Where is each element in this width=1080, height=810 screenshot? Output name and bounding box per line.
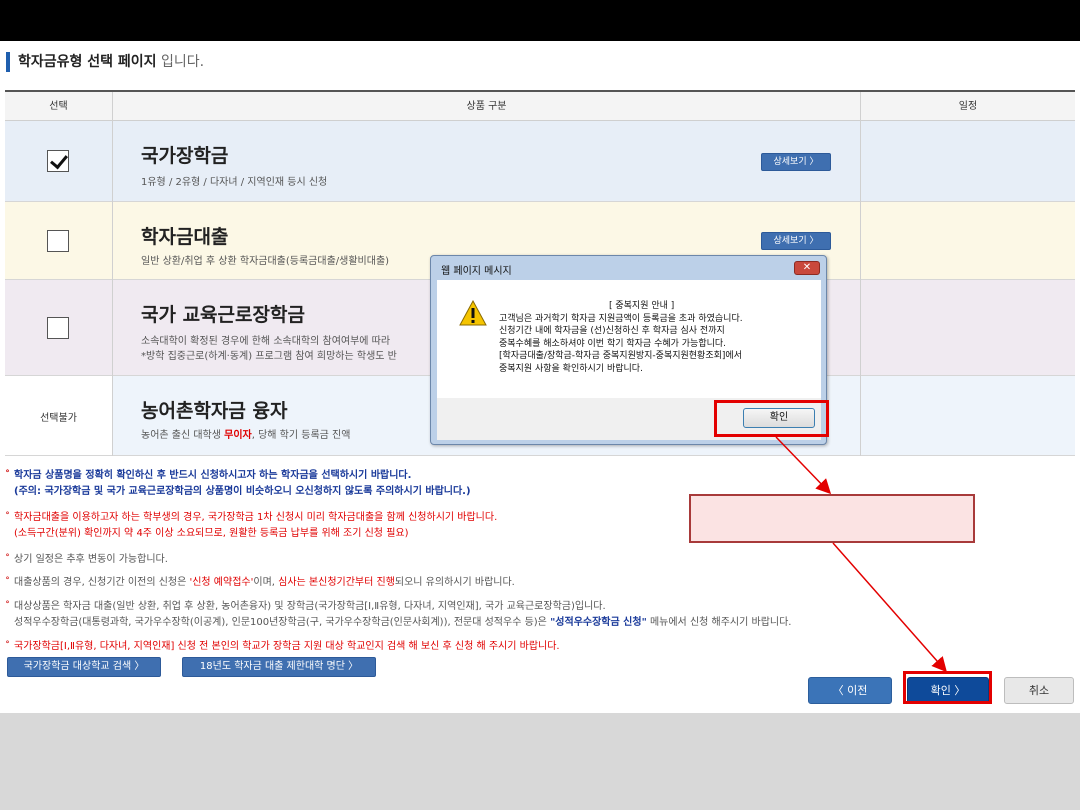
product-desc: 일반 상환/취업 후 상환 학자금대출(등록금대출/생활비대출) (141, 256, 390, 267)
page-title: 학자금유형 선택 페이지 입니다. (6, 52, 204, 72)
row-select-cell (5, 280, 112, 375)
product-name: 학자금대출 (141, 226, 229, 248)
school-search-button[interactable]: 국가장학금 대상학교 검색 〉 (7, 657, 161, 677)
product-name: 국가장학금 (141, 145, 229, 167)
table-header: 선택 상품 구분 일정 (5, 92, 1075, 121)
product-desc: 1유형 / 2유형 / 다자녀 / 지역인재 등시 신청 (141, 177, 328, 188)
bottom-gray-area (0, 713, 1080, 810)
product-desc-highlight: 무이자 (224, 430, 252, 441)
notice-item: (소득구간(분위) 확인까지 약 4주 이상 소요되므로, 원활한 등록금 납부… (14, 528, 409, 539)
detail-button[interactable]: 상세보기 〉 (761, 232, 831, 250)
detail-button[interactable]: 상세보기 〉 (761, 153, 831, 171)
row-schedule-cell (861, 121, 1075, 201)
product-name: 농어촌학자금 융자 (141, 400, 288, 422)
prev-button[interactable]: 〈 이전 (808, 677, 892, 704)
top-bar (0, 0, 1080, 41)
cancel-button[interactable]: 취소 (1004, 677, 1074, 704)
row-schedule-cell (861, 202, 1075, 279)
row-select-cell (5, 202, 112, 279)
close-icon[interactable]: ✕ (794, 261, 820, 275)
loan-limit-list-button[interactable]: 18년도 학자금 대출 제한대학 명단 〉 (182, 657, 376, 677)
row-schedule-cell (861, 376, 1075, 455)
dialog-line: [학자금대출/장학금-학자금 중복지원방지-중복지원현황조회]에서 (499, 351, 742, 361)
highlight-box-confirm (903, 671, 992, 704)
notice-item: ˚ 대상상품은 학자금 대출(일반 상환, 취업 후 상환, 농어촌융자) 및 장… (5, 601, 606, 612)
annotation-callout-box (689, 494, 975, 543)
table-row: 국가장학금 1유형 / 2유형 / 다자녀 / 지역인재 등시 신청 상세보기 … (5, 121, 1075, 202)
product-desc-pre: 농어촌 출신 대학생 (141, 430, 225, 441)
page-title-suffix: 입니다. (161, 54, 205, 70)
warning-icon (459, 300, 487, 326)
row-product-cell: 국가장학금 1유형 / 2유형 / 다자녀 / 지역인재 등시 신청 상세보기 … (113, 121, 860, 201)
product-desc-post: , 당해 학기 등록금 진액 (251, 430, 351, 441)
notice-item: ˚ 학자금대출을 이용하고자 하는 학부생의 경우, 국가장학금 1차 신청시 미… (5, 512, 498, 523)
row-select-cell: 선택불가 (5, 376, 112, 455)
notice-item: ˚ 학자금 상품명을 정확히 확인하신 후 반드시 신청하시고자 하는 학자금을 … (5, 470, 412, 481)
checkbox[interactable] (47, 317, 69, 339)
highlight-box-dialog-ok (714, 400, 829, 437)
product-name: 국가 교육근로장학금 (141, 304, 305, 326)
header-product: 상품 구분 (466, 101, 507, 112)
dialog-line: 고객님은 과거학기 학자금 지원금액이 등록금을 초과 하였습니다. (499, 313, 743, 324)
dialog-heading: [ 중복지원 안내 ] (609, 301, 675, 311)
row-select-cell (5, 121, 112, 201)
product-desc-line1: 소속대학이 확정된 경우에 한해 소속대학의 참여여부에 따라 (141, 336, 391, 347)
row-schedule-cell (861, 280, 1075, 375)
checkbox-checked-icon[interactable] (47, 150, 69, 172)
notice-item: ˚ 대출상품의 경우, 신청기간 이전의 신청은 '신청 예약접수'이며, 심사는… (5, 577, 515, 588)
checkbox[interactable] (47, 230, 69, 252)
dialog-message: [ 중복지원 안내 ] 고객님은 과거학기 학자금 지원금액이 등록금을 초과 … (499, 300, 743, 375)
dialog-line: 중복지원 사항을 확인하시기 바랍니다. (499, 363, 643, 374)
column-divider (860, 92, 861, 456)
page-title-bold: 학자금유형 선택 페이지 (18, 54, 157, 70)
select-unavailable: 선택불가 (40, 413, 77, 424)
product-desc: 농어촌 출신 대학생 무이자, 당해 학기 등록금 진액 (141, 426, 350, 441)
header-schedule: 일정 (958, 101, 978, 112)
header-select: 선택 (49, 101, 68, 112)
notice-item: 성적우수장학금(대통령과학, 국가우수장학(이공계), 인문100년장학금(구,… (14, 617, 792, 628)
dialog-title: 웹 페이지 메시지 (441, 266, 512, 277)
dialog-body: [ 중복지원 안내 ] 고객님은 과거학기 학자금 지원금액이 등록금을 초과 … (437, 280, 821, 398)
column-divider (112, 92, 113, 456)
dialog-line: 신청기간 내에 학자금을 (선)신청하신 후 학자금 심사 전까지 (499, 326, 725, 336)
notice-item: ˚ 상기 일정은 추후 변동이 가능합니다. (5, 554, 168, 565)
notice-item: (주의: 국가장학금 및 국가 교육근로장학금의 상품명이 비슷하오니 오신청하… (14, 486, 471, 497)
product-desc-line2: *방학 집중근로(하계·동계) 프로그램 참여 희망하는 학생도 반 (141, 351, 397, 362)
notice-item: ˚ 국가장학금[Ⅰ,Ⅱ유형, 다자녀, 지역인재] 신청 전 본인의 학교가 장학… (5, 641, 560, 652)
dialog-line: 중복수혜를 해소하셔야 이번 학기 학자금 수혜가 가능합니다. (499, 338, 727, 349)
